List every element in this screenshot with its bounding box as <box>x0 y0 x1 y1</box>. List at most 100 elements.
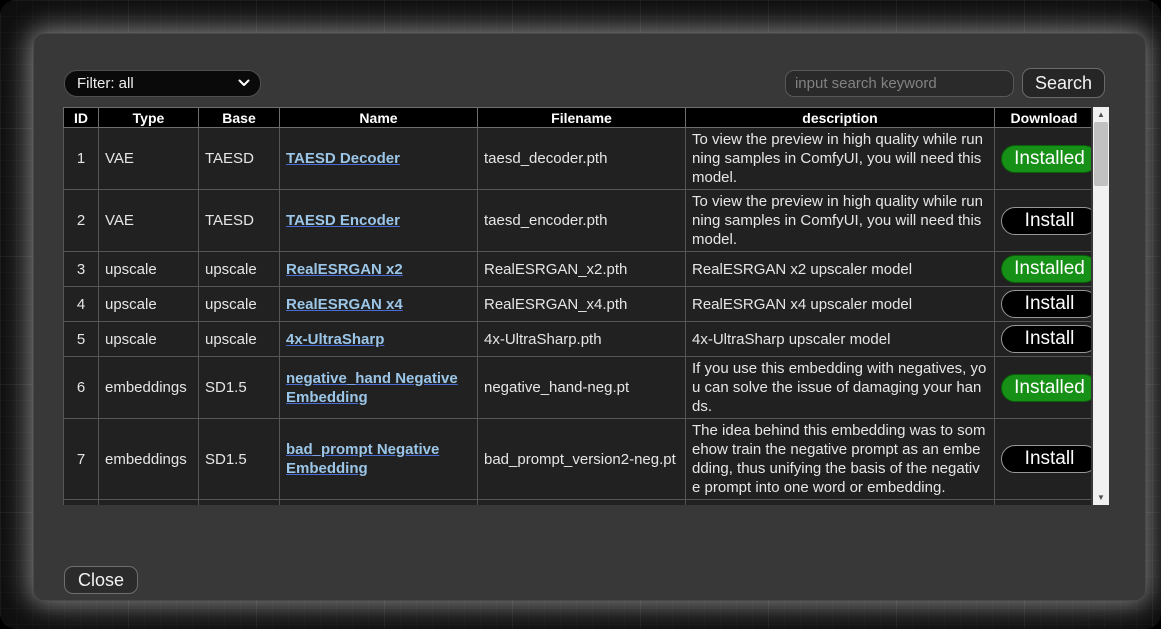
cell-id <box>64 500 99 506</box>
cell-type: upscale <box>99 322 199 357</box>
cell-id: 6 <box>64 357 99 419</box>
header-id: ID <box>64 108 99 128</box>
model-name-link[interactable]: TAESD Encoder <box>286 212 400 229</box>
dialog-footer: Close <box>64 566 1145 594</box>
cell-name: RealESRGAN x4 <box>280 287 478 322</box>
installed-button[interactable]: Installed <box>1001 374 1091 402</box>
cell-filename <box>478 500 686 506</box>
scrollbar-thumb[interactable] <box>1094 122 1108 186</box>
cell-name: 4x-UltraSharp <box>280 322 478 357</box>
cell-name: bad_prompt Negative Embedding <box>280 419 478 500</box>
cell-filename: negative_hand-neg.pt <box>478 357 686 419</box>
cell-id: 4 <box>64 287 99 322</box>
cell-download: Install <box>995 419 1092 500</box>
model-table: ID Type Base Name Filename description D… <box>63 107 1091 505</box>
install-button[interactable]: Install <box>1001 207 1091 235</box>
search-group: Search <box>785 68 1105 98</box>
install-button[interactable]: Install <box>1001 325 1091 353</box>
cell-name: RealESRGAN x2 <box>280 252 478 287</box>
cell-type: embeddings <box>99 419 199 500</box>
header-type: Type <box>99 108 199 128</box>
cell-id: 3 <box>64 252 99 287</box>
filter-select-value: Filter: all <box>77 75 134 92</box>
table-row: 2 VAE TAESD TAESD Encoder taesd_encoder.… <box>64 190 1092 252</box>
cell-id: 1 <box>64 128 99 190</box>
table-row: 4 upscale upscale RealESRGAN x4 RealESRG… <box>64 287 1092 322</box>
cell-description: RealESRGAN x2 upscaler model <box>686 252 995 287</box>
cell-description: The idea behind this embedding was to so… <box>686 419 995 500</box>
toolbar: Filter: all Search <box>64 68 1105 98</box>
installed-button[interactable]: Installed <box>1001 145 1091 173</box>
cell-id: 5 <box>64 322 99 357</box>
cell-type: embeddings <box>99 357 199 419</box>
table-row: 6 embeddings SD1.5 negative_hand Negativ… <box>64 357 1092 419</box>
table-row: 3 upscale upscale RealESRGAN x2 RealESRG… <box>64 252 1092 287</box>
cell-download: Installed <box>995 128 1092 190</box>
chevron-down-icon <box>238 79 250 87</box>
installed-button[interactable]: Installed <box>1001 255 1091 283</box>
cell-download <box>995 500 1092 506</box>
model-name-link[interactable]: RealESRGAN x2 <box>286 261 403 278</box>
cell-type: VAE <box>99 190 199 252</box>
model-name-link[interactable]: TAESD Decoder <box>286 150 400 167</box>
install-button[interactable]: Install <box>1001 290 1091 318</box>
cell-download: Installed <box>995 357 1092 419</box>
cell-name: TAESD Encoder <box>280 190 478 252</box>
table-zone: ID Type Base Name Filename description D… <box>63 107 1109 505</box>
cell-name <box>280 500 478 506</box>
cell-base: upscale <box>199 287 280 322</box>
header-filename: Filename <box>478 108 686 128</box>
cell-description: These embedding learn what disgusting co… <box>686 500 995 506</box>
table-scrollbar[interactable]: ▲ ▼ <box>1093 107 1109 505</box>
search-button[interactable]: Search <box>1022 68 1105 98</box>
scrollbar-down-arrow-icon[interactable]: ▼ <box>1093 490 1109 505</box>
cell-base: SD1.5 <box>199 357 280 419</box>
cell-description: 4x-UltraSharp upscaler model <box>686 322 995 357</box>
cell-id: 7 <box>64 419 99 500</box>
cell-description: If you use this embedding with negatives… <box>686 357 995 419</box>
header-base: Base <box>199 108 280 128</box>
model-name-link[interactable]: 4x-UltraSharp <box>286 331 384 348</box>
cell-base: TAESD <box>199 128 280 190</box>
header-description: description <box>686 108 995 128</box>
model-manager-dialog: Filter: all Search <box>33 33 1146 601</box>
cell-base: SD1.5 <box>199 419 280 500</box>
cell-id: 2 <box>64 190 99 252</box>
cell-name: negative_hand Negative Embedding <box>280 357 478 419</box>
table-row: These embedding learn what disgusting co… <box>64 500 1092 506</box>
cell-type <box>99 500 199 506</box>
filter-select[interactable]: Filter: all <box>64 70 261 97</box>
comfyui-canvas-background: Filter: all Search <box>0 0 1161 629</box>
scrollbar-up-arrow-icon[interactable]: ▲ <box>1093 107 1109 122</box>
cell-type: VAE <box>99 128 199 190</box>
install-button[interactable]: Install <box>1001 445 1091 473</box>
model-name-link[interactable]: negative_hand Negative Embedding <box>286 370 458 406</box>
table-header-row: ID Type Base Name Filename description D… <box>64 108 1092 128</box>
table-row: 5 upscale upscale 4x-UltraSharp 4x-Ultra… <box>64 322 1092 357</box>
cell-base: TAESD <box>199 190 280 252</box>
model-name-link[interactable]: bad_prompt Negative Embedding <box>286 441 439 477</box>
cell-filename: bad_prompt_version2-neg.pt <box>478 419 686 500</box>
cell-name: TAESD Decoder <box>280 128 478 190</box>
cell-filename: taesd_decoder.pth <box>478 128 686 190</box>
cell-filename: 4x-UltraSharp.pth <box>478 322 686 357</box>
cell-download: Install <box>995 287 1092 322</box>
cell-download: Install <box>995 190 1092 252</box>
model-table-container: ID Type Base Name Filename description D… <box>63 107 1091 505</box>
header-name: Name <box>280 108 478 128</box>
cell-description: To view the preview in high quality whil… <box>686 128 995 190</box>
search-input[interactable] <box>785 70 1014 97</box>
cell-filename: RealESRGAN_x2.pth <box>478 252 686 287</box>
cell-filename: RealESRGAN_x4.pth <box>478 287 686 322</box>
cell-base: upscale <box>199 322 280 357</box>
cell-description: RealESRGAN x4 upscaler model <box>686 287 995 322</box>
table-row: 7 embeddings SD1.5 bad_prompt Negative E… <box>64 419 1092 500</box>
table-row: 1 VAE TAESD TAESD Decoder taesd_decoder.… <box>64 128 1092 190</box>
close-button[interactable]: Close <box>64 566 138 594</box>
cell-download: Installed <box>995 252 1092 287</box>
cell-base <box>199 500 280 506</box>
cell-type: upscale <box>99 252 199 287</box>
cell-description: To view the preview in high quality whil… <box>686 190 995 252</box>
model-name-link[interactable]: RealESRGAN x4 <box>286 296 403 313</box>
cell-base: upscale <box>199 252 280 287</box>
